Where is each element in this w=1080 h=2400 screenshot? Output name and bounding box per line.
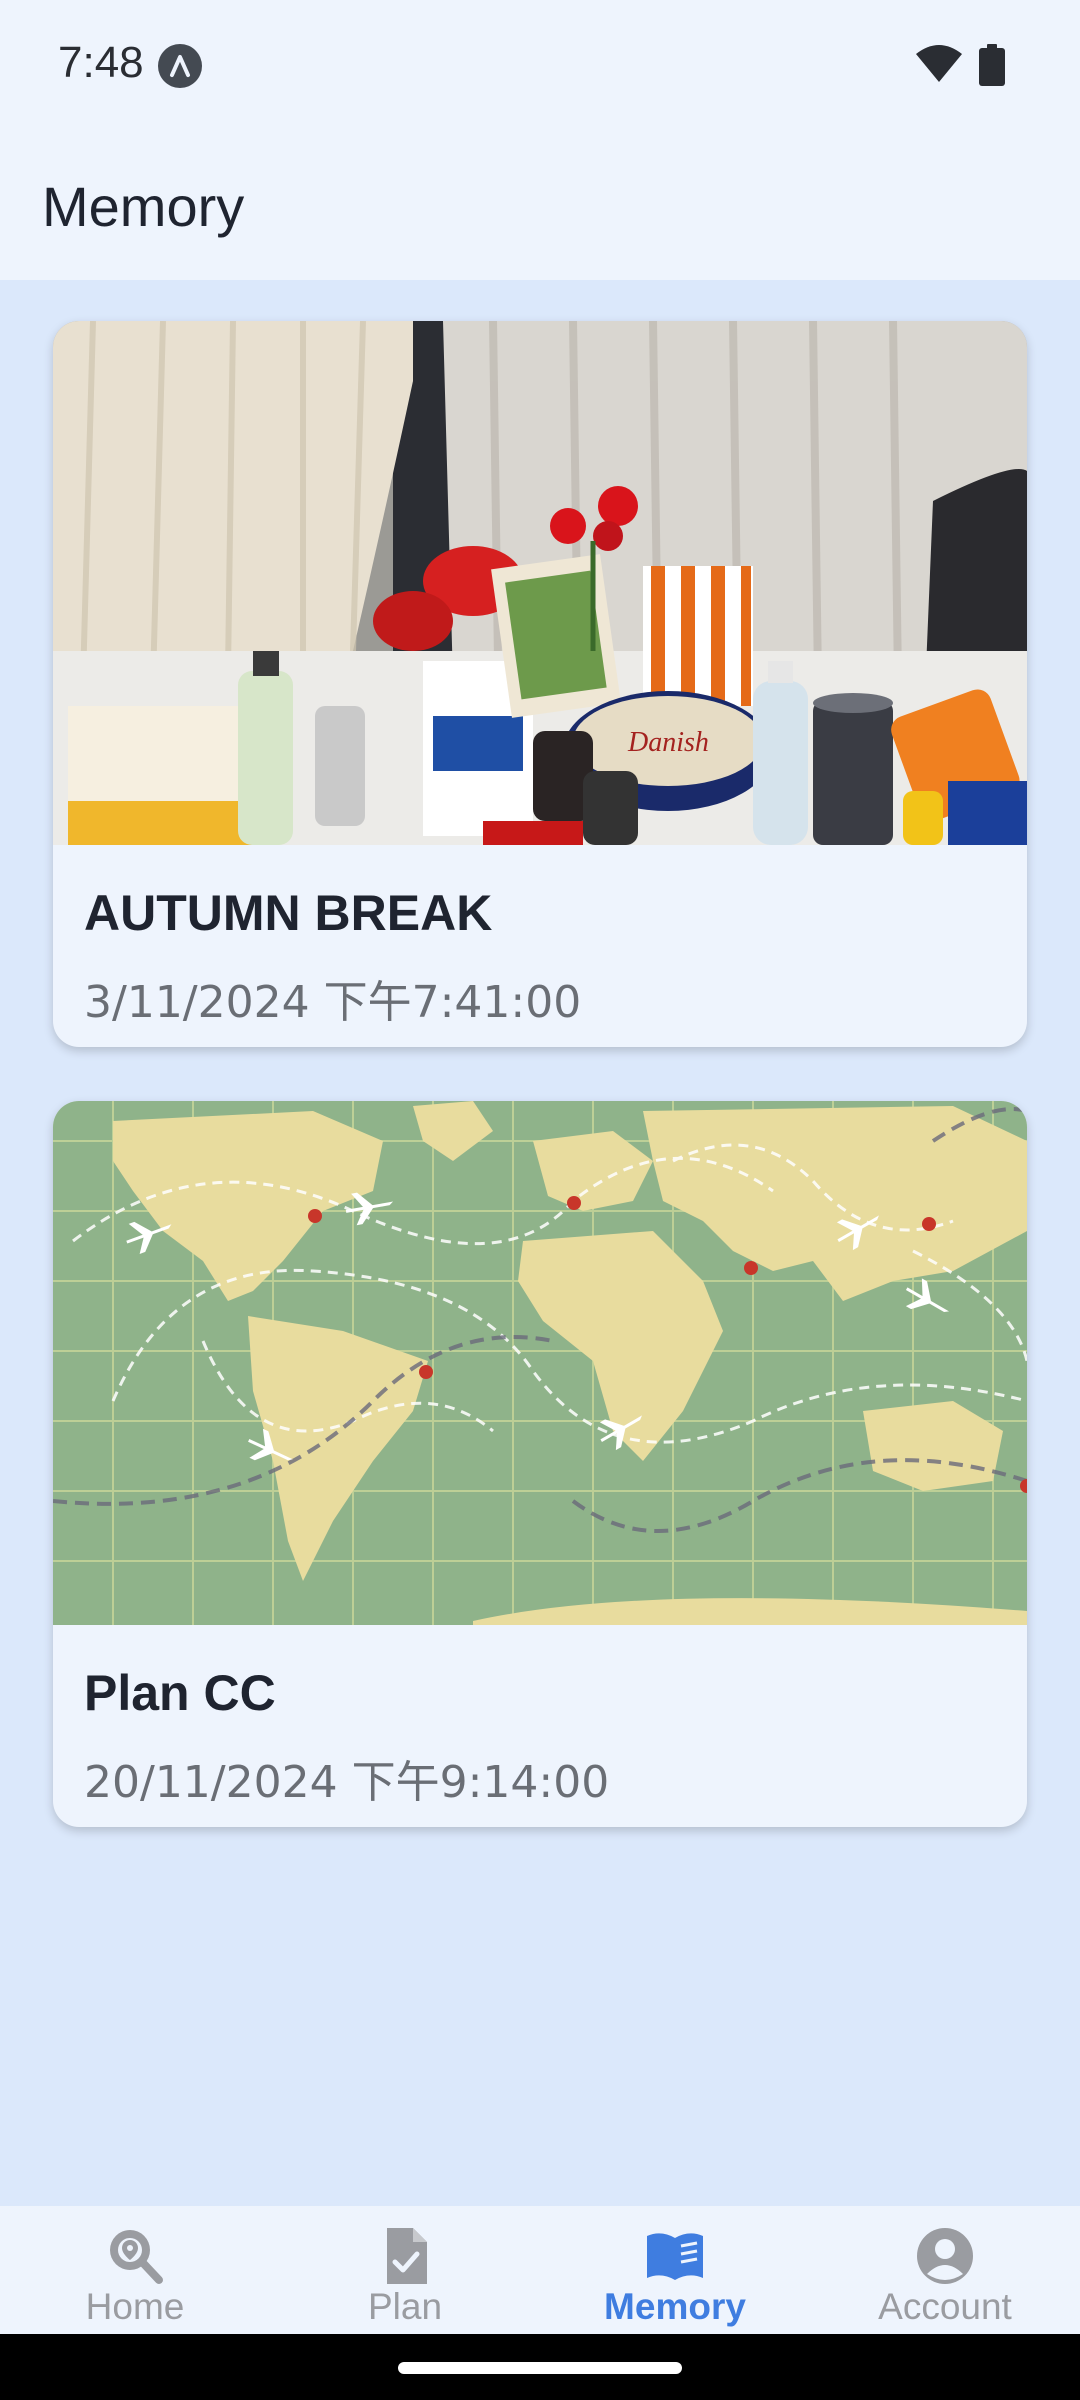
a-badge-icon [158, 44, 202, 88]
nav-item-plan[interactable]: Plan [270, 2206, 540, 2334]
memory-date: 3/11/2024 下午7:41:00 [84, 977, 582, 1028]
status-bar: 7:48 [0, 0, 1080, 132]
home-gesture-handle[interactable] [398, 2362, 682, 2374]
document-check-icon [387, 2228, 427, 2284]
system-navigation-bar [0, 2334, 1080, 2400]
nav-item-home[interactable]: Home [0, 2206, 270, 2334]
nav-label-plan: Plan [367, 2286, 443, 2327]
svg-text:Danish: Danish [627, 727, 709, 758]
nav-item-memory[interactable]: Memory [540, 2206, 810, 2334]
memory-screen: 7:48 Memory Danish AUTUMN BREAK 3/11/202… [0, 0, 1080, 2400]
bottom-navigation: Home Plan Memory Account [0, 2206, 1080, 2334]
nav-label-account: Account [878, 2286, 1012, 2327]
memory-card-image: Danish [53, 321, 1027, 845]
nav-label-home: Home [85, 2286, 185, 2327]
memory-title: AUTUMN BREAK [84, 885, 493, 941]
page-title: Memory [42, 175, 245, 238]
account-circle-icon [917, 2228, 973, 2284]
nav-item-account[interactable]: Account [810, 2206, 1080, 2334]
app-bar: Memory [0, 132, 1080, 280]
memory-title: Plan CC [84, 1665, 276, 1721]
memory-card[interactable]: Plan CC 20/11/2024 下午9:14:00 [53, 1101, 1027, 1827]
memory-date: 20/11/2024 下午9:14:00 [84, 1757, 610, 1808]
battery-icon [979, 44, 1005, 86]
book-icon [647, 2233, 703, 2280]
memory-card[interactable]: Danish AUTUMN BREAK 3/11/2024 下午7:41:00 [53, 321, 1027, 1047]
search-location-icon [110, 2230, 163, 2284]
nav-label-memory: Memory [604, 2286, 746, 2327]
wifi-icon [916, 45, 962, 82]
status-time: 7:48 [58, 38, 144, 87]
memory-card-image [53, 1101, 1027, 1625]
